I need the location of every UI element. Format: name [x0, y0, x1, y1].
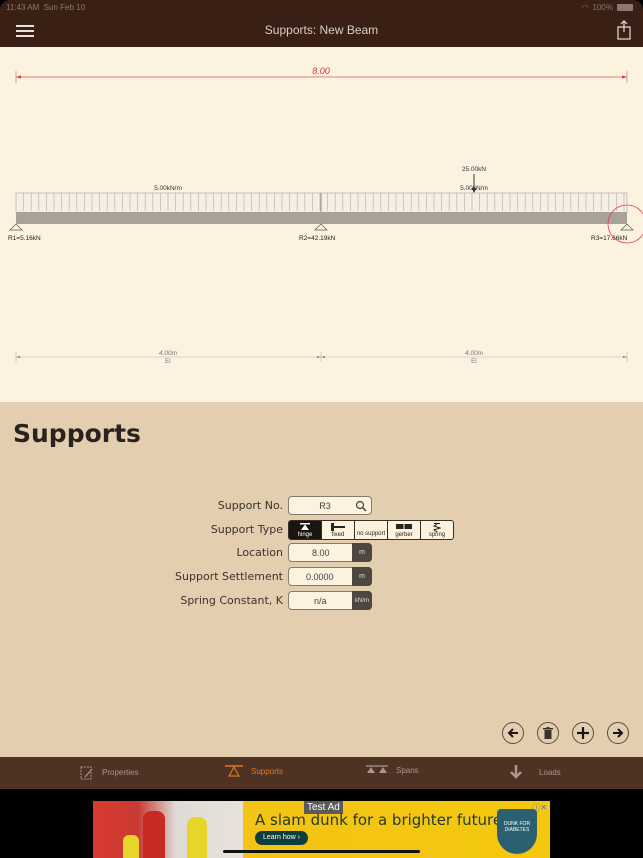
fixed-icon [331, 523, 345, 531]
beam [16, 212, 627, 224]
page-title: Supports: New Beam [264, 23, 379, 37]
total-length-dimension: 8.00 [15, 66, 628, 83]
total-length-label: 8.00 [312, 66, 330, 76]
navigation-bar: 11:43 AM Sun Feb 10 ◠ 100% Supports: New… [0, 0, 643, 47]
spring-constant-row: Spring Constant, K n/a kN/m [0, 591, 643, 611]
home-indicator [223, 850, 420, 853]
tab-loads[interactable]: Loads [509, 765, 561, 779]
loads-arrow-icon [510, 765, 522, 779]
support-r3-icon [620, 223, 634, 231]
ad-image [93, 801, 243, 858]
location-label: Location [236, 546, 283, 559]
support-type-gerber[interactable]: gerber [388, 521, 421, 539]
support-type-hinge[interactable]: hinge [289, 521, 322, 539]
support-type-no-support[interactable]: no support [355, 521, 388, 539]
span-1-stiffness: EI [165, 359, 171, 365]
beam-diagram[interactable]: 8.00 5.00kN/m 5.00kN/m 25.00kN R1=5.16kN… [0, 47, 643, 402]
spans-icon [366, 765, 388, 773]
support-type-fixed[interactable]: fixed [322, 521, 355, 539]
battery-icon [617, 4, 633, 11]
distributed-load-label-1: 5.00kN/m [154, 185, 182, 192]
delete-support-button[interactable] [537, 722, 559, 744]
spring-constant-unit: kN/m [352, 591, 372, 610]
ad-badge-logo: DUNK FOR DIABETES [497, 809, 537, 854]
search-icon[interactable] [355, 500, 367, 512]
settlement-unit: m [352, 567, 372, 586]
tab-bar: Properties Supports Spans Loads [0, 757, 643, 789]
battery-percent: 100% [592, 3, 613, 12]
span-2-stiffness: EI [471, 359, 477, 365]
share-icon[interactable] [617, 20, 631, 40]
ad-close-icon[interactable]: ⓘ✕ [532, 802, 547, 813]
tab-properties[interactable]: Properties [80, 765, 138, 780]
gerber-icon [396, 524, 412, 529]
beam-svg: 8.00 5.00kN/m 5.00kN/m 25.00kN R1=5.16kN… [8, 66, 643, 365]
next-support-button[interactable] [607, 722, 629, 744]
location-row: Location 8.00 m [0, 543, 643, 563]
reaction-label-r1: R1=5.16kN [8, 235, 41, 242]
ad-cta-button[interactable]: Learn how › [255, 831, 308, 845]
tab-supports[interactable]: Supports [225, 765, 283, 777]
span-2-length: 4.00m [465, 350, 484, 357]
span-1-length: 4.00m [159, 350, 178, 357]
span-dimensions: 4.00m EI 4.00m EI [15, 350, 628, 365]
support-r2-icon [314, 223, 328, 231]
support-r1-icon [9, 223, 23, 231]
panel-title: Supports [13, 419, 141, 448]
properties-icon [80, 766, 93, 780]
reaction-label-r3: R3=17.66kN [591, 235, 628, 242]
status-time: 11:43 AM Sun Feb 10 [6, 3, 86, 12]
status-indicators: ◠ 100% [582, 3, 633, 12]
settlement-row: Support Settlement 0.0000 m [0, 567, 643, 587]
support-type-label: Support Type [210, 523, 283, 536]
previous-support-button[interactable] [502, 722, 524, 744]
location-unit: m [352, 543, 372, 562]
support-type-selector[interactable]: hinge fixed no support gerber spring [288, 520, 454, 540]
ad-headline: A slam dunk for a brighter future. [255, 811, 507, 829]
support-actions [502, 722, 629, 744]
arrow-left-icon [507, 728, 518, 738]
add-support-button[interactable] [572, 722, 594, 744]
support-type-spring[interactable]: spring [421, 521, 453, 539]
distributed-load-area [15, 192, 628, 214]
arrow-right-icon [613, 728, 624, 738]
point-load-label: 25.00kN [462, 166, 487, 173]
reaction-label-r2: R2=42.19kN [299, 235, 336, 242]
hinge-icon [300, 523, 310, 530]
trash-icon [543, 727, 553, 739]
support-type-row: Support Type hinge fixed no support gerb… [0, 520, 643, 540]
tab-spans[interactable]: Spans [366, 765, 419, 775]
support-no-row: Support No. R3 [0, 496, 643, 516]
plus-icon [577, 727, 589, 739]
support-no-label: Support No. [217, 499, 283, 512]
wifi-icon: ◠ [581, 3, 589, 12]
support-no-field[interactable]: R3 [288, 496, 372, 515]
supports-icon [225, 765, 243, 777]
spring-constant-label: Spring Constant, K [180, 594, 283, 607]
spring-icon [433, 523, 441, 533]
settlement-label: Support Settlement [175, 570, 283, 583]
